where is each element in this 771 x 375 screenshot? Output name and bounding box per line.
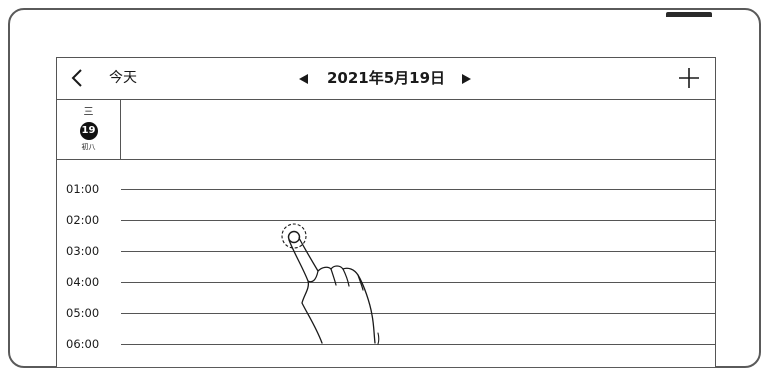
hour-divider: [121, 189, 715, 190]
hour-label: 03:00: [66, 244, 100, 258]
hour-divider: [121, 251, 715, 252]
add-event-button[interactable]: [677, 66, 701, 90]
day-number-badge: 19: [79, 122, 98, 140]
all-day-row[interactable]: 三 19 初八: [57, 100, 715, 160]
triangle-right-icon: [462, 74, 472, 84]
back-button[interactable]: [69, 67, 87, 89]
hour-row[interactable]: 02:00: [57, 213, 715, 251]
hour-divider: [121, 313, 715, 314]
hour-label: 02:00: [66, 213, 100, 227]
power-button[interactable]: [666, 12, 712, 17]
hour-row[interactable]: 03:00: [57, 244, 715, 282]
hour-divider: [121, 282, 715, 283]
today-button[interactable]: 今天: [109, 68, 137, 88]
hour-label: 01:00: [66, 182, 100, 196]
prev-day-button[interactable]: [297, 71, 311, 85]
date-column: 三 19 初八: [57, 100, 121, 159]
chevron-left-icon: [71, 69, 82, 87]
hour-row[interactable]: 06:00: [57, 337, 715, 375]
lunar-date-label: 初八: [81, 143, 96, 151]
plus-icon: [679, 68, 699, 88]
next-day-button[interactable]: [459, 71, 473, 85]
triangle-left-icon: [299, 74, 308, 84]
hour-divider: [121, 344, 715, 345]
calendar-header: 今天 2021年5月19日: [57, 58, 715, 100]
weekday-label: 三: [83, 107, 94, 118]
hour-row[interactable]: 01:00: [57, 182, 715, 220]
hour-label: 04:00: [66, 275, 100, 289]
hour-row[interactable]: 04:00: [57, 275, 715, 313]
calendar-screen: 今天 2021年5月19日 三 19 初八 01:00 02:00 03:00 …: [56, 57, 716, 367]
hour-label: 05:00: [66, 306, 100, 320]
date-title[interactable]: 2021年5月19日: [327, 67, 445, 89]
hour-label: 06:00: [66, 337, 100, 351]
date-navigator: 2021年5月19日: [297, 67, 473, 89]
hour-divider: [121, 220, 715, 221]
hour-row[interactable]: 05:00: [57, 306, 715, 344]
